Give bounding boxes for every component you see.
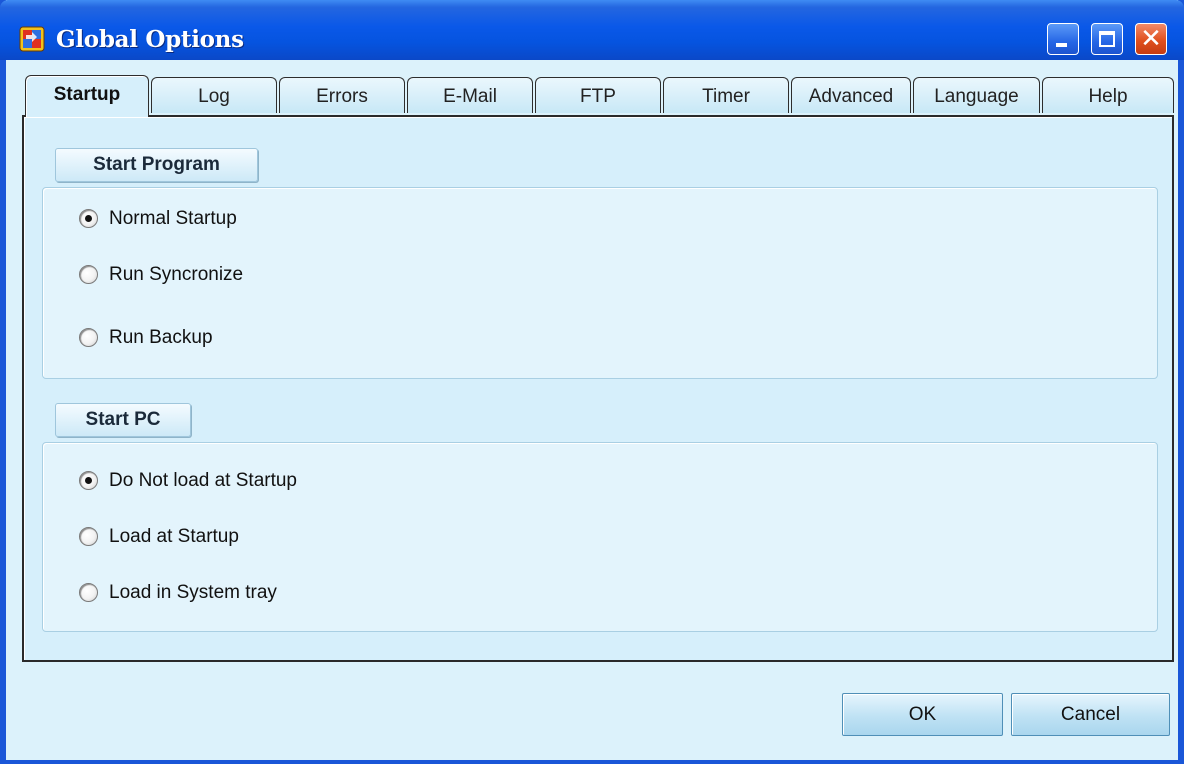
tab-strip: Startup Log Errors E-Mail FTP Timer Adva… bbox=[20, 75, 1176, 117]
radio-label: Normal Startup bbox=[109, 208, 237, 229]
radio-label: Load at Startup bbox=[109, 526, 239, 547]
tab-ftp[interactable]: FTP bbox=[535, 77, 661, 113]
app-icon bbox=[19, 26, 45, 52]
tab-email[interactable]: E-Mail bbox=[407, 77, 533, 113]
tab-errors[interactable]: Errors bbox=[279, 77, 405, 113]
window-title: Global Options bbox=[56, 26, 244, 53]
maximize-icon bbox=[1099, 31, 1115, 47]
radio-button-checked[interactable] bbox=[79, 471, 98, 490]
tab-language[interactable]: Language bbox=[913, 77, 1040, 113]
maximize-button[interactable] bbox=[1091, 23, 1123, 55]
tab-help[interactable]: Help bbox=[1042, 77, 1174, 113]
radio-label: Do Not load at Startup bbox=[109, 470, 297, 491]
radio-button-checked[interactable] bbox=[79, 209, 98, 228]
radio-label: Run Syncronize bbox=[109, 264, 244, 285]
cancel-button[interactable]: Cancel bbox=[1011, 693, 1170, 736]
close-button[interactable]: ✕ bbox=[1135, 23, 1167, 55]
startup-tab-page: Start Program Normal Startup Run Syncron… bbox=[22, 115, 1174, 662]
tab-log[interactable]: Log bbox=[151, 77, 277, 113]
minimize-icon bbox=[1056, 43, 1067, 47]
radio-label: Load in System tray bbox=[109, 582, 277, 603]
radio-button[interactable] bbox=[79, 583, 98, 602]
radio-button[interactable] bbox=[79, 527, 98, 546]
close-icon: ✕ bbox=[1140, 24, 1162, 54]
start-pc-title: Start PC bbox=[55, 403, 191, 437]
title-bar[interactable]: Global Options ✕ bbox=[0, 0, 1184, 60]
tab-timer[interactable]: Timer bbox=[663, 77, 789, 113]
tab-advanced[interactable]: Advanced bbox=[791, 77, 911, 113]
minimize-button[interactable] bbox=[1047, 23, 1079, 55]
radio-button[interactable] bbox=[79, 265, 98, 284]
radio-button[interactable] bbox=[79, 328, 98, 347]
ok-button[interactable]: OK bbox=[842, 693, 1003, 736]
tab-startup[interactable]: Startup bbox=[25, 75, 149, 117]
start-program-title: Start Program bbox=[55, 148, 258, 182]
radio-label: Run Backup bbox=[109, 327, 213, 348]
